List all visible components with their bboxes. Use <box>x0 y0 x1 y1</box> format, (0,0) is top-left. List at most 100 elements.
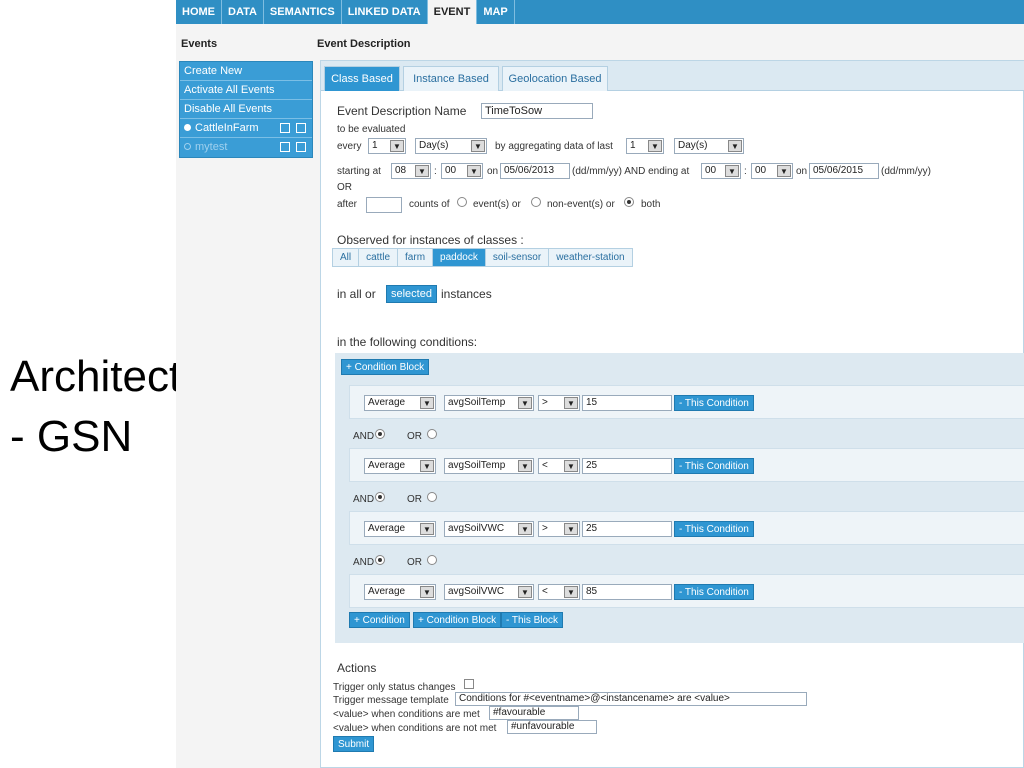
radio-events[interactable] <box>457 197 467 207</box>
class-soil-sensor[interactable]: soil-sensor <box>486 249 550 266</box>
selected-toggle[interactable]: selected <box>386 285 437 303</box>
aggregate-select[interactable]: Average ▼ <box>364 458 436 474</box>
trigger-template-input[interactable]: Conditions for #<eventname>@<instancenam… <box>455 692 807 706</box>
radio-or[interactable] <box>427 492 437 502</box>
nonevents-option-label: non-event(s) or <box>547 199 615 210</box>
nav-linked-data[interactable]: LINKED DATA <box>342 0 428 24</box>
event-item-mytest[interactable]: mytest <box>180 138 312 157</box>
nav-home[interactable]: HOME <box>176 0 222 24</box>
add-condition-block-bottom-button[interactable]: + Condition Block <box>413 612 502 628</box>
radio-nonevents[interactable] <box>531 197 541 207</box>
value-not-met-input[interactable]: #unfavourable <box>507 720 597 734</box>
chevron-down-icon: ▼ <box>728 140 742 152</box>
condition-value-input[interactable]: 15 <box>582 395 672 411</box>
aggregate-select[interactable]: Average ▼ <box>364 521 436 537</box>
condition-value-input[interactable]: 85 <box>582 584 672 600</box>
radio-and[interactable] <box>375 492 385 502</box>
condition-block: + Condition Block Average ▼ avgSoilTemp ▼ … <box>335 353 1024 643</box>
nav-semantics[interactable]: SEMANTICS <box>264 0 342 24</box>
condition-value-input[interactable]: 25 <box>582 521 672 537</box>
nav-event[interactable]: EVENT <box>427 0 478 24</box>
every-unit-select[interactable]: Day(s) ▼ <box>415 138 487 154</box>
event-name: mytest <box>195 141 228 153</box>
event-description-heading: Event Description <box>317 38 411 50</box>
value-met-input[interactable]: #favourable <box>489 706 579 720</box>
aggregating-unit-select[interactable]: Day(s) ▼ <box>674 138 744 154</box>
aggregate-select[interactable]: Average ▼ <box>364 395 436 411</box>
nav-map[interactable]: MAP <box>477 0 515 24</box>
value-met-label: <value> when conditions are met <box>333 709 480 720</box>
class-cattle[interactable]: cattle <box>359 249 399 266</box>
tab-class-based[interactable]: Class Based <box>324 66 400 91</box>
instances-label: instances <box>441 287 492 301</box>
condition-row: Average ▼ avgSoilVWC ▼ > ▼ 25 - This Condit… <box>349 511 1024 545</box>
variable-select[interactable]: avgSoilVWC ▼ <box>444 584 534 600</box>
class-farm[interactable]: farm <box>398 249 434 266</box>
name-label: Event Description Name <box>337 104 467 118</box>
remove-condition-button[interactable]: - This Condition <box>674 584 754 600</box>
end-date-input[interactable]: 05/06/2015 <box>809 163 879 179</box>
aggregating-select[interactable]: 1 ▼ <box>626 138 664 154</box>
edit-icon[interactable] <box>296 142 306 152</box>
radio-both[interactable] <box>624 197 634 207</box>
every-select[interactable]: 1 ▼ <box>368 138 406 154</box>
end-hour-select[interactable]: 00 ▼ <box>701 163 741 179</box>
event-name-input[interactable]: TimeToSow <box>481 103 593 119</box>
remove-condition-button[interactable]: - This Condition <box>674 521 754 537</box>
condition-row: Average ▼ avgSoilTemp ▼ > ▼ 15 - This Condi… <box>349 385 1024 419</box>
operator-select[interactable]: > ▼ <box>538 521 580 537</box>
class-weather-station[interactable]: weather-station <box>549 249 631 266</box>
variable-value: avgSoilVWC <box>448 586 505 597</box>
chevron-down-icon: ▼ <box>777 165 791 177</box>
class-paddock[interactable]: paddock <box>433 249 486 266</box>
tab-instance-based[interactable]: Instance Based <box>403 66 499 91</box>
start-hour-select[interactable]: 08 ▼ <box>391 163 431 179</box>
operator-select[interactable]: < ▼ <box>538 458 580 474</box>
aggregate-select[interactable]: Average ▼ <box>364 584 436 600</box>
variable-select[interactable]: avgSoilTemp ▼ <box>444 395 534 411</box>
chevron-down-icon: ▼ <box>564 460 578 472</box>
operator-value: > <box>542 523 548 534</box>
lock-icon[interactable] <box>280 123 290 133</box>
colon: : <box>744 166 747 177</box>
aggregating-value: 1 <box>630 140 636 151</box>
add-condition-block-button[interactable]: + Condition Block <box>341 359 430 375</box>
lock-icon[interactable] <box>280 142 290 152</box>
radio-or[interactable] <box>427 555 437 565</box>
create-new-button[interactable]: Create New <box>180 62 312 81</box>
event-item-cattleinfarm[interactable]: CattleInFarm <box>180 119 312 138</box>
trigger-status-checkbox[interactable] <box>464 679 474 689</box>
add-condition-button[interactable]: + Condition <box>349 612 410 628</box>
gsn-event-screenshot: HOME DATA SEMANTICS LINKED DATA EVENT MA… <box>176 0 1024 768</box>
variable-select[interactable]: avgSoilVWC ▼ <box>444 521 534 537</box>
start-date-input[interactable]: 05/06/2013 <box>500 163 570 179</box>
aggregating-unit-value: Day(s) <box>678 140 708 151</box>
nav-data[interactable]: DATA <box>222 0 264 24</box>
condition-value-input[interactable]: 25 <box>582 458 672 474</box>
operator-select[interactable]: > ▼ <box>538 395 580 411</box>
radio-or[interactable] <box>427 429 437 439</box>
events-heading: Events <box>181 38 218 50</box>
remove-condition-button[interactable]: - This Condition <box>674 458 754 474</box>
tab-geolocation-based[interactable]: Geolocation Based <box>502 66 608 91</box>
remove-block-button[interactable]: - This Block <box>501 612 564 628</box>
starting-at-label: starting at <box>337 166 381 177</box>
operator-select[interactable]: < ▼ <box>538 584 580 600</box>
activate-all-button[interactable]: Activate All Events <box>180 81 312 100</box>
end-min-select[interactable]: 00 ▼ <box>751 163 793 179</box>
disable-all-button[interactable]: Disable All Events <box>180 100 312 119</box>
or-label: OR <box>407 557 422 568</box>
class-all[interactable]: All <box>333 249 360 266</box>
edit-icon[interactable] <box>296 123 306 133</box>
variable-select[interactable]: avgSoilTemp ▼ <box>444 458 534 474</box>
radio-and[interactable] <box>375 555 385 565</box>
start-min-select[interactable]: 00 ▼ <box>441 163 483 179</box>
radio-and[interactable] <box>375 429 385 439</box>
start-min-value: 00 <box>445 165 457 176</box>
remove-condition-button[interactable]: - This Condition <box>674 395 754 411</box>
submit-button[interactable]: Submit <box>333 736 375 752</box>
trigger-template-label: Trigger message template <box>333 695 449 706</box>
value-not-met-label: <value> when conditions are not met <box>333 723 497 734</box>
after-count-input[interactable] <box>366 197 402 213</box>
chevron-down-icon: ▼ <box>564 397 578 409</box>
